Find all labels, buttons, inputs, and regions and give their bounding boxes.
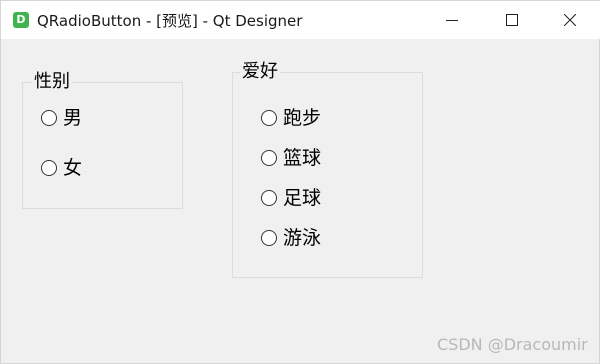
- maximize-button[interactable]: [489, 1, 535, 39]
- window-title: QRadioButton - [预览] - Qt Designer: [37, 12, 303, 30]
- radio-label: 足球: [283, 187, 322, 209]
- close-button[interactable]: [547, 1, 593, 39]
- radio-label: 游泳: [283, 227, 322, 249]
- radio-label: 女: [63, 157, 83, 179]
- radio-running[interactable]: 跑步: [261, 107, 321, 129]
- radio-label: 篮球: [283, 147, 322, 169]
- radio-female[interactable]: 女: [41, 157, 82, 179]
- gender-group-title: 性别: [32, 71, 72, 92]
- radio-indicator[interactable]: [261, 230, 277, 246]
- radio-swimming[interactable]: 游泳: [261, 227, 321, 249]
- maximize-icon: [506, 14, 518, 26]
- title-bar[interactable]: D QRadioButton - [预览] - Qt Designer: [1, 1, 600, 39]
- radio-indicator[interactable]: [261, 190, 277, 206]
- radio-label: 男: [63, 107, 83, 129]
- hobby-groupbox: 爱好 跑步 篮球 足球 游泳: [232, 62, 423, 278]
- radio-male[interactable]: 男: [41, 107, 82, 129]
- radio-basketball[interactable]: 篮球: [261, 147, 321, 169]
- gender-groupbox: 性别 男 女: [22, 72, 183, 209]
- close-icon: [564, 14, 576, 26]
- minimize-button[interactable]: [429, 1, 475, 39]
- minimize-icon: [446, 20, 458, 21]
- radio-indicator[interactable]: [41, 110, 57, 126]
- radio-indicator[interactable]: [41, 160, 57, 176]
- radio-indicator[interactable]: [261, 110, 277, 126]
- radio-label: 跑步: [283, 107, 322, 129]
- hobby-group-title: 爱好: [240, 61, 280, 82]
- radio-football[interactable]: 足球: [261, 187, 321, 209]
- designer-preview-window: D QRadioButton - [预览] - Qt Designer 性别 男: [0, 0, 600, 364]
- csdn-watermark: CSDN @Dracoumir: [437, 335, 588, 354]
- radio-indicator[interactable]: [261, 150, 277, 166]
- qt-designer-app-icon: D: [13, 12, 29, 28]
